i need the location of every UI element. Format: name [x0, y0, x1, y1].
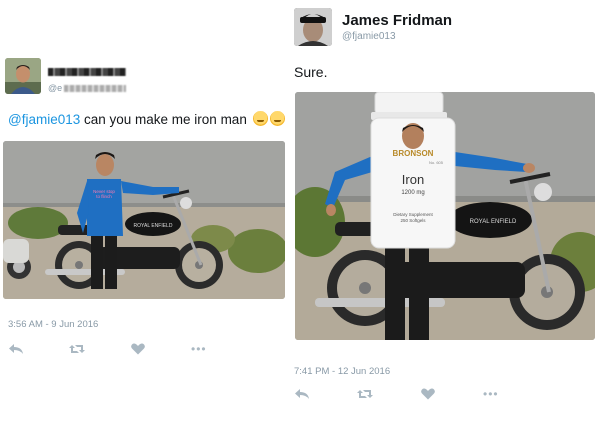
- reply-icon[interactable]: [8, 343, 24, 355]
- user-handle[interactable]: @fjamie013: [342, 31, 396, 42]
- more-icon[interactable]: •••: [191, 343, 207, 355]
- bottle-brand: BRONSON: [393, 149, 434, 158]
- retweet-icon[interactable]: [69, 343, 85, 355]
- bottle-count: No. 605: [429, 160, 444, 165]
- avatar-image: [294, 8, 332, 46]
- display-name[interactable]: James Fridman: [342, 12, 452, 29]
- reply-icon[interactable]: [294, 388, 310, 400]
- tweet-text: Sure.: [294, 64, 328, 80]
- tweet-timestamp[interactable]: 3:56 AM - 9 Jun 2016: [8, 319, 98, 330]
- grinning-emoji-icon: [269, 111, 285, 126]
- mention-link[interactable]: @fjamie013: [8, 112, 80, 127]
- tweet-actions: •••: [8, 343, 207, 355]
- tweet-timestamp[interactable]: 7:41 PM - 12 Jun 2016: [294, 366, 390, 377]
- tweet-body: can you make me iron man: [80, 112, 247, 127]
- bottle-title: Iron: [402, 172, 424, 187]
- bike-tank-text: ROYAL ENFIELD: [470, 219, 517, 225]
- tweet-actions: •••: [294, 388, 499, 400]
- grinning-emoji-icon: [252, 111, 268, 126]
- bike-tank-text: ROYAL ENFIELD: [134, 223, 173, 229]
- bottle-desc-1: Dietary Supplement: [393, 212, 433, 217]
- avatar[interactable]: [5, 58, 41, 94]
- handle-prefix: @e: [48, 83, 63, 93]
- more-icon[interactable]: •••: [483, 388, 499, 400]
- svg-text:to flinch: to flinch: [96, 194, 112, 199]
- tweet-text: @fjamie013 can you make me iron man: [8, 111, 285, 127]
- original-tweet: @e @fjamie013 can you make me iron man R…: [0, 0, 292, 430]
- photoshopped-pill-bottle-photo: ROYAL ENFIELD BRONSON No. 605 Iron 1200 …: [295, 92, 595, 340]
- reply-tweet: James Fridman @fjamie013 Sure. ROYAL ENF…: [286, 0, 600, 430]
- redacted-handle: @e: [48, 83, 127, 93]
- bottle-dose: 1200 mg: [401, 190, 424, 196]
- retweet-icon[interactable]: [357, 388, 373, 400]
- avatar[interactable]: [294, 8, 332, 46]
- tweet-photo[interactable]: ROYAL ENFIELD Never stop to flinch: [3, 141, 285, 299]
- man-with-motorcycle-photo: ROYAL ENFIELD Never stop to flinch: [3, 141, 285, 299]
- heart-icon[interactable]: [420, 388, 436, 400]
- redacted-display-name: [48, 68, 126, 76]
- avatar-image: [5, 58, 41, 94]
- heart-icon[interactable]: [130, 343, 146, 355]
- handle-blur: [64, 85, 127, 93]
- tweet-photo[interactable]: ROYAL ENFIELD BRONSON No. 605 Iron 1200 …: [295, 92, 595, 340]
- bottle-desc-2: 250 Softgels: [400, 218, 426, 223]
